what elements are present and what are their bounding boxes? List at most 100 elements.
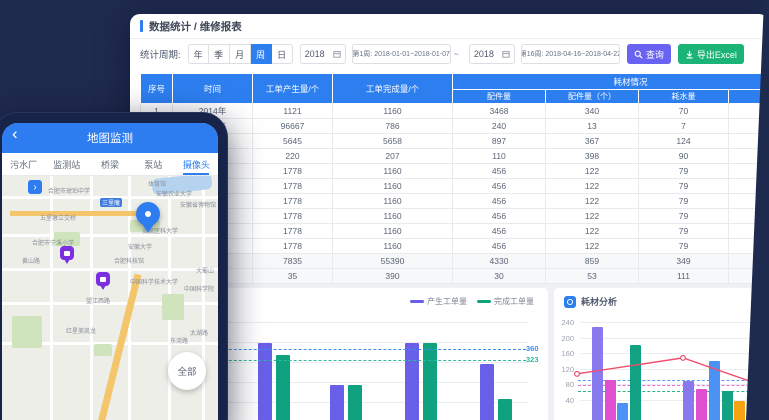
phone-app-header: ‹ 地图监测: [2, 123, 218, 153]
map-label: 望江西路: [86, 296, 110, 305]
period-label: 统计周期:: [140, 47, 181, 61]
table-row: 6第2周177811604561227967: [141, 179, 769, 194]
all-filter-button[interactable]: 全部: [168, 352, 206, 390]
table-row: 42017年2202071103989019: [141, 149, 769, 164]
legend-item: 完成工单量: [477, 296, 534, 307]
selected-location-pin-icon[interactable]: [136, 202, 160, 226]
map-label: 安徽农业大学: [156, 189, 192, 198]
range-separator: ~: [454, 49, 459, 59]
map-label: 体育馆: [148, 179, 166, 188]
y-axis-label: 240: [556, 318, 574, 327]
phone-mockup: ‹ 地图监测 污水厂监测站桥梁泵站摄像头: [0, 112, 228, 420]
phone-tab-监测站[interactable]: 监测站: [45, 153, 88, 175]
table-row: 8第4周177811604561227967: [141, 209, 769, 224]
map-label: 太湖路: [190, 328, 208, 337]
map-label: 东流路: [170, 336, 188, 345]
table-row: 22015年96667786240137690: [141, 119, 769, 134]
phone-tab-摄像头[interactable]: 摄像头: [175, 153, 218, 175]
map-label: 安徽大学: [128, 242, 152, 251]
legend-swatch: [477, 300, 491, 303]
calendar-icon: [502, 50, 510, 58]
repair-report-table: 序号时间工单产生量/个工单完成量/个耗材情况配件量配件量（个）耗水量水量 120…: [140, 73, 769, 284]
bar-series-purple: [592, 327, 603, 420]
end-year-select[interactable]: 2018: [469, 44, 515, 64]
gridline: [580, 322, 769, 323]
bar-series-purple: [683, 381, 694, 420]
period-option-周[interactable]: 周: [251, 44, 272, 64]
bar-series-orange: [734, 401, 745, 420]
bar-产生工单量: [405, 343, 419, 420]
bar-产生工单量: [330, 385, 344, 420]
phone-screen: ‹ 地图监测 污水厂监测站桥梁泵站摄像头: [2, 123, 218, 420]
start-year-value: 2018: [305, 49, 325, 59]
bar-series-green: [630, 345, 641, 420]
chart-icon: [564, 296, 576, 308]
map-label: 大蜀山: [196, 266, 214, 275]
reference-label: 323: [526, 355, 539, 364]
table-row: 12014年11211160346834070250: [141, 104, 769, 119]
phone-tab-泵站[interactable]: 泵站: [132, 153, 175, 175]
col-header: 工单产生量/个: [253, 74, 333, 104]
bar-series-magenta: [605, 380, 616, 420]
y-axis-label: 80: [556, 380, 574, 389]
consumables-chart: 耗材分析 2402001601208040: [554, 288, 769, 420]
bar-产生工单量: [258, 343, 272, 420]
sub-col-header: 配件量（个）: [546, 90, 639, 104]
phone-tab-桥梁[interactable]: 桥梁: [88, 153, 131, 175]
table-row: 5第1周177811604561227967: [141, 164, 769, 179]
start-week-input[interactable]: 第1周: 2018-01-01~2018-01-07: [352, 44, 451, 64]
map-label: 三里庵: [100, 198, 122, 207]
bar-完成工单量: [423, 343, 437, 420]
table-row: 32016年56455658897367124129: [141, 134, 769, 149]
map-park: [12, 316, 42, 348]
query-button[interactable]: 查询: [627, 44, 671, 64]
expand-arrow-button[interactable]: ›: [28, 180, 42, 194]
map-label: 红星美凯龙: [66, 326, 96, 335]
search-icon: [634, 50, 643, 59]
y-axis-label: 160: [556, 349, 574, 358]
phone-tab-污水厂[interactable]: 污水厂: [2, 153, 45, 175]
bar-series-green: [722, 391, 733, 420]
breadcrumb-accent-bar: [140, 20, 143, 32]
map-park: [94, 344, 112, 356]
group-header: 耗材情况: [453, 74, 769, 90]
stage: 数据统计 / 维修报表 统计周期: 年季月周日 2018 第1周: 2018-0…: [0, 0, 769, 420]
period-option-季[interactable]: 季: [209, 44, 230, 64]
period-option-年[interactable]: 年: [188, 44, 209, 64]
bar-series-magenta: [696, 389, 707, 420]
camera-marker-icon[interactable]: [96, 272, 110, 286]
col-header: 序号: [141, 74, 173, 104]
bar-series-blue: [617, 403, 628, 420]
map-label: 合肥市琥珀中学: [48, 186, 90, 195]
map-view[interactable]: › 全部 体育馆安徽农业大学安徽省博物馆合肥市琥珀中学三里庵五里墩立交桥安徽医科…: [2, 176, 218, 420]
period-option-月[interactable]: 月: [230, 44, 251, 64]
period-option-日[interactable]: 日: [272, 44, 293, 64]
map-label: 中国科学院: [184, 284, 214, 293]
breadcrumb: 数据统计 / 维修报表: [130, 14, 769, 39]
map-label: 中国科学技术大学: [130, 277, 178, 286]
end-week-input[interactable]: 第16周: 2018-04-16~2018-04-22: [521, 44, 620, 64]
back-chevron-icon[interactable]: ‹: [12, 124, 18, 144]
gridline: [580, 353, 769, 354]
right-chart-title: 耗材分析: [581, 295, 617, 308]
col-header: 工单完成量/个: [333, 74, 453, 104]
avg-row: 平均值353903053111141: [141, 269, 769, 284]
map-label: 五里墩立交桥: [40, 213, 76, 222]
chart-legend: 产生工单量完成工单量: [410, 296, 534, 307]
reference-label: 360: [526, 344, 539, 353]
bar-完成工单量: [498, 399, 512, 420]
map-road: [202, 176, 205, 420]
camera-marker-icon[interactable]: [60, 246, 74, 260]
download-icon: [685, 50, 694, 59]
table-row: 10第6周177811604561227967: [141, 239, 769, 254]
legend-item: 产生工单量: [410, 296, 467, 307]
map-road: [2, 268, 218, 271]
gridline: [580, 369, 769, 370]
bar-series-blue: [709, 361, 720, 420]
bar-完成工单量: [348, 385, 362, 420]
start-year-select[interactable]: 2018: [300, 44, 346, 64]
legend-swatch: [410, 300, 424, 303]
map-road: [2, 234, 218, 237]
export-excel-button[interactable]: 导出Excel: [678, 44, 744, 64]
calendar-icon: [333, 50, 341, 58]
